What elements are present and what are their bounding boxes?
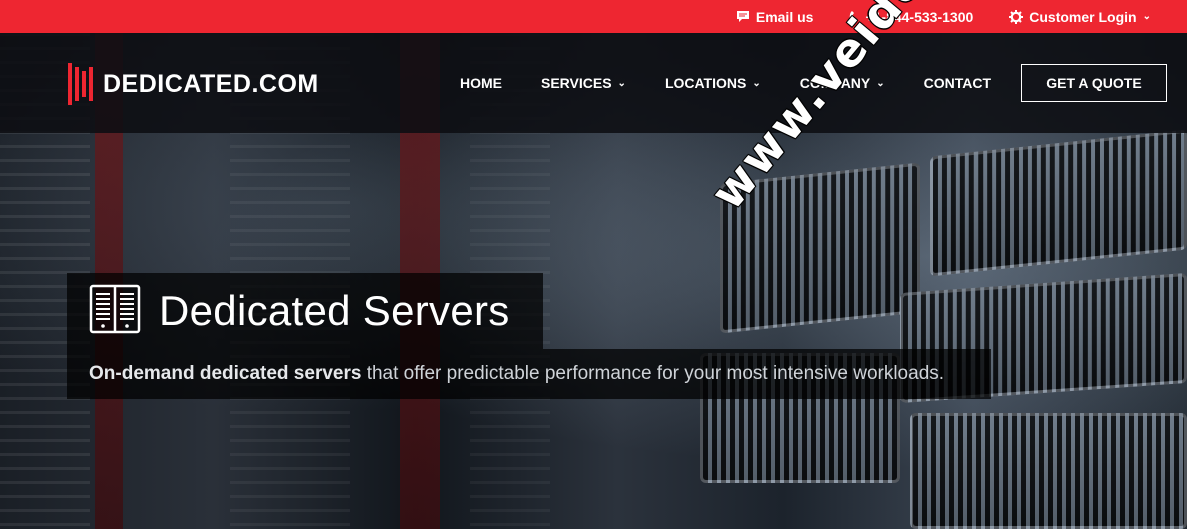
hero-subtitle-panel: On-demand dedicated servers that offer p… — [67, 349, 991, 399]
nav-home[interactable]: HOME — [460, 75, 502, 91]
gear-icon — [1009, 9, 1024, 24]
logo-bars-icon — [68, 63, 93, 105]
main-header: DEDICATED.COM HOME SERVICES ⌄ LOCATIONS … — [0, 33, 1187, 133]
nav-services[interactable]: SERVICES ⌄ — [541, 75, 626, 91]
server-icon — [89, 284, 141, 339]
main-nav: HOME SERVICES ⌄ LOCATIONS ⌄ COMPANY ⌄ CO… — [460, 33, 1030, 133]
nav-contact[interactable]: CONTACT — [924, 75, 991, 91]
chevron-down-icon: ⌄ — [752, 77, 761, 89]
email-us-link[interactable]: Email us — [736, 8, 814, 25]
page-title: Dedicated Servers — [159, 287, 510, 334]
get-a-quote-button[interactable]: GET A QUOTE — [1021, 64, 1167, 102]
chevron-down-icon: ⌄ — [617, 77, 626, 89]
customer-login-label: Customer Login — [1029, 8, 1137, 25]
email-us-label: Email us — [755, 8, 814, 25]
chevron-down-icon: ⌄ — [1142, 11, 1151, 22]
nav-home-label: HOME — [460, 75, 502, 91]
background-server-panel — [910, 413, 1187, 529]
nav-locations-label: LOCATIONS — [664, 75, 747, 91]
logo-text: DEDICATED.COM — [103, 69, 319, 98]
hero-subtitle: On-demand dedicated servers that offer p… — [89, 363, 944, 385]
hero-subtitle-bold: On-demand dedicated servers — [89, 363, 362, 384]
chevron-down-icon: ⌄ — [876, 77, 885, 89]
customer-login-dropdown[interactable]: Customer Login ⌄ — [1009, 9, 1151, 25]
hero-title-panel: Dedicated Servers — [67, 273, 543, 349]
hero-subtitle-rest: that offer predictable performance for y… — [361, 363, 945, 384]
chat-bubble-icon — [736, 10, 750, 23]
nav-services-label: SERVICES — [541, 75, 612, 91]
nav-contact-label: CONTACT — [923, 75, 992, 91]
nav-locations[interactable]: LOCATIONS ⌄ — [665, 75, 761, 91]
site-logo[interactable]: DEDICATED.COM — [68, 63, 319, 105]
top-utility-bar: Email us +1-844-533-1300 Customer Login … — [0, 0, 1187, 33]
background-server-panel — [930, 129, 1187, 277]
